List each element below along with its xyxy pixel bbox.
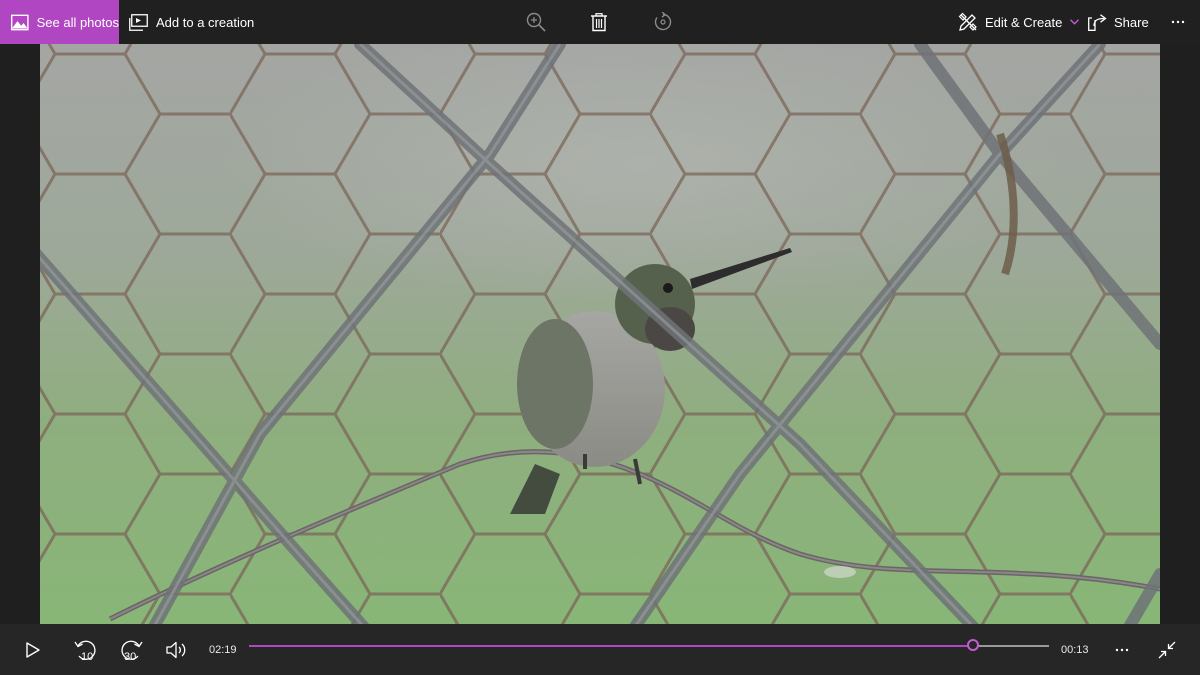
hummingbird-photo [40, 44, 1160, 624]
volume-icon [166, 641, 186, 658]
skip-back-seconds: 10 [81, 651, 93, 662]
add-to-creation-button[interactable]: Add to a creation [129, 0, 254, 44]
remaining-time: 00:13 [1061, 643, 1089, 656]
skip-back-button[interactable]: 10 [70, 624, 102, 675]
skip-forward-seconds: 30 [124, 651, 136, 662]
edit-create-label: Edit & Create [985, 14, 1063, 30]
zoom-button[interactable] [516, 0, 556, 44]
share-icon [1088, 13, 1107, 31]
rotate-icon [654, 12, 672, 31]
photos-icon [11, 14, 29, 30]
delete-icon [591, 12, 607, 31]
edit-create-button[interactable]: Edit & Create [958, 0, 1080, 44]
elapsed-time: 02:19 [209, 643, 237, 656]
add-to-creation-label: Add to a creation [156, 14, 255, 30]
play-icon [26, 641, 40, 658]
volume-button[interactable] [162, 624, 192, 675]
more-icon [1115, 648, 1129, 651]
share-button[interactable]: Share [1088, 0, 1149, 44]
skip-forward-button[interactable]: 30 [115, 624, 147, 675]
playback-controls: 10 30 02:19 00:13 [0, 624, 1200, 675]
see-all-photos-button[interactable]: See all photos [0, 0, 119, 44]
delete-button[interactable] [579, 0, 619, 44]
seek-bar-played [249, 645, 973, 647]
seek-thumb[interactable] [967, 639, 979, 651]
exit-fullscreen-icon [1158, 641, 1176, 658]
more-icon [1171, 20, 1185, 24]
exit-fullscreen-button[interactable] [1153, 624, 1181, 675]
top-toolbar: See all photos Add to a creation Edit & … [0, 0, 1200, 44]
share-label: Share [1114, 14, 1149, 30]
seek-bar-remaining [973, 645, 1049, 647]
zoom-icon [526, 12, 546, 32]
video-frame[interactable] [40, 44, 1160, 624]
edit-create-icon [958, 12, 977, 31]
play-button[interactable] [18, 624, 48, 675]
skip-back-icon: 10 [74, 640, 96, 662]
add-to-creation-icon [129, 13, 148, 31]
more-options-button[interactable] [1163, 0, 1193, 44]
see-all-photos-label: See all photos [36, 14, 119, 30]
more-playback-button[interactable] [1108, 624, 1136, 675]
chevron-down-icon [1070, 19, 1080, 25]
skip-forward-icon: 30 [121, 640, 143, 662]
rotate-button[interactable] [643, 0, 683, 44]
